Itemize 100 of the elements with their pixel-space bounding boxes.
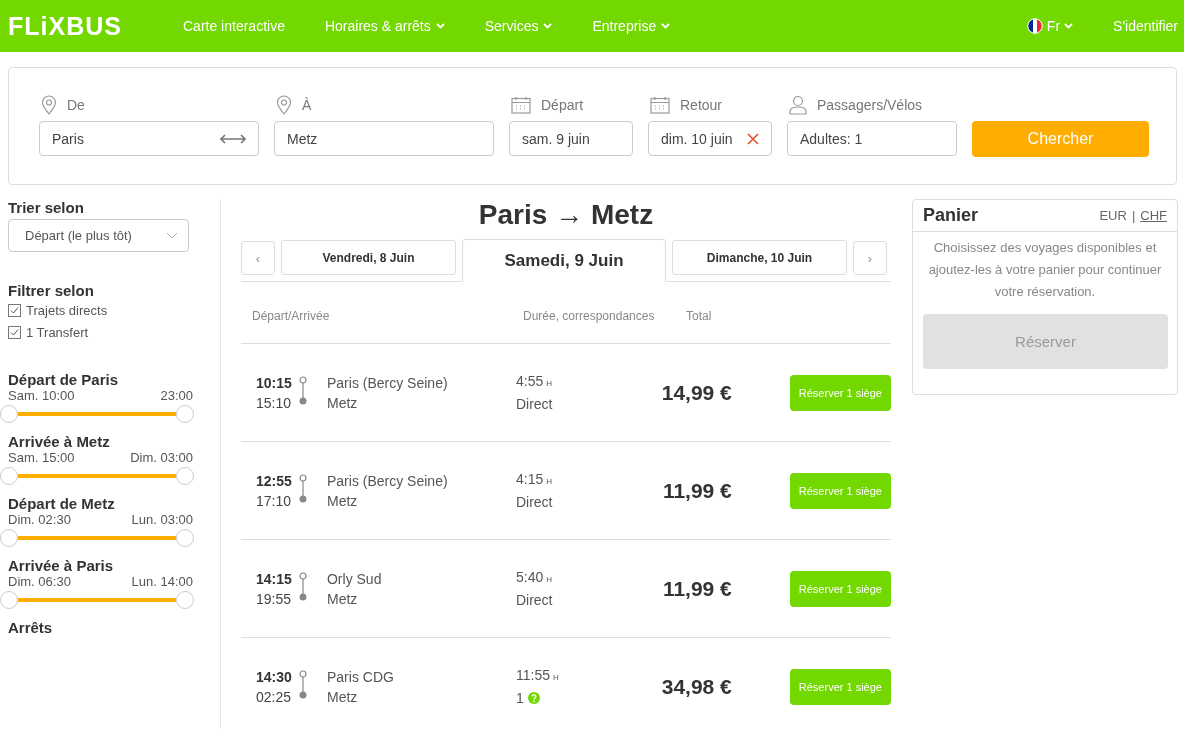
checkbox[interactable] (8, 303, 21, 317)
nav-link[interactable]: Horaires & arrêts (324, 18, 445, 34)
chevron-down-icon (435, 23, 445, 29)
field-label: De (67, 97, 85, 113)
day-tab[interactable]: Samedi, 9 Juin (462, 239, 666, 282)
input-field[interactable]: dim. 10 juin (648, 121, 772, 156)
price: 14,99 € (660, 380, 732, 405)
reserve-seat-button[interactable]: Réserver 1 siège (789, 570, 891, 607)
duration: 5:40 H (515, 568, 553, 587)
language-selector[interactable]: Fr (1046, 18, 1061, 34)
nav-link[interactable]: Services (484, 18, 553, 34)
logo[interactable]: FLiXBUS (8, 11, 183, 41)
filter-label: 1 Transfert (26, 324, 89, 340)
input-field[interactable]: Paris (39, 121, 259, 156)
section-title: Trier selon (8, 199, 85, 216)
slider-thumb[interactable] (176, 591, 194, 609)
filter-label: Trajets directs (26, 302, 108, 318)
day-tab[interactable]: Vendredi, 8 Juin (281, 240, 456, 275)
route-line-icon (298, 474, 309, 504)
price: 34,98 € (660, 674, 732, 699)
departure-time: 14:30 (256, 667, 293, 687)
duration: 4:55 H (515, 372, 553, 391)
range-start-label: Dim. 06:30 (8, 574, 71, 589)
help-icon[interactable] (527, 692, 540, 704)
slider-thumb[interactable] (0, 591, 18, 609)
calendar-icon (650, 96, 670, 114)
slider-thumb[interactable] (176, 405, 194, 423)
connections: 1 (515, 689, 524, 708)
flag-icon (1026, 18, 1043, 34)
departure-time: 12:55 (256, 471, 293, 491)
day-tab[interactable]: Dimanche, 10 Juin (672, 240, 847, 275)
cart-title: Panier (923, 205, 979, 226)
sort-dropdown[interactable]: Départ (le plus tôt) (8, 219, 189, 252)
checkbox[interactable] (8, 325, 21, 339)
departure-stop: Paris (Bercy Seine) (327, 471, 449, 491)
range-end-label: Lun. 14:00 (131, 574, 193, 589)
chevron-down-icon (661, 23, 671, 29)
column-header: Départ/Arrivée (251, 308, 331, 323)
field-label: Départ (541, 97, 584, 113)
duration: 4:15 H (515, 470, 553, 489)
range-start-label: Dim. 02:30 (8, 512, 71, 527)
next-day-button[interactable]: › (853, 241, 887, 275)
login-link[interactable]: S'identifier (1113, 18, 1178, 34)
input-field[interactable]: Metz (274, 121, 494, 156)
range-title: Arrivée à Metz (8, 433, 111, 450)
clear-icon[interactable] (747, 132, 759, 145)
nav-link[interactable]: Carte interactive (183, 18, 285, 34)
location-pin-icon (276, 95, 292, 115)
range-title: Arrivée à Paris (8, 557, 115, 574)
range-end-label: Lun. 03:00 (131, 512, 193, 527)
reserve-seat-button[interactable]: Réserver 1 siège (789, 668, 891, 705)
person-icon (789, 95, 807, 115)
arrival-time: 15:10 (256, 394, 292, 411)
range-title: Départ de Metz (8, 495, 116, 512)
arrival-time: 17:10 (256, 492, 292, 509)
swap-icon[interactable] (220, 133, 246, 144)
search-button[interactable]: Chercher (972, 121, 1149, 157)
reserve-seat-button[interactable]: Réserver 1 siège (789, 374, 891, 411)
route-title: Paris → Metz (477, 199, 655, 232)
route-line-icon (298, 670, 309, 700)
field-label: Retour (680, 97, 723, 113)
nav-link[interactable]: Entreprise (592, 18, 671, 34)
input-field[interactable]: Adultes: 1 (787, 121, 957, 156)
arrival-stop: Metz (327, 687, 359, 707)
location-pin-icon (41, 95, 57, 115)
column-header: Durée, correspondances (523, 308, 656, 323)
departure-time: 14:15 (256, 569, 293, 589)
field-label: À (302, 97, 312, 113)
arrival-time: 19:55 (256, 590, 292, 607)
slider-thumb[interactable] (176, 529, 194, 547)
separator: | (1131, 208, 1136, 223)
slider-thumb[interactable] (0, 529, 18, 547)
slider-thumb[interactable] (0, 467, 18, 485)
connections: Direct (515, 395, 553, 414)
departure-stop: Paris (Bercy Seine) (327, 373, 449, 393)
range-end-label: 23:00 (160, 388, 193, 403)
section-title: Arrêts (8, 619, 54, 636)
slider-thumb[interactable] (176, 467, 194, 485)
route-line-icon (298, 572, 309, 602)
departure-stop: Orly Sud (327, 569, 383, 589)
section-title: Filtrer selon (8, 282, 95, 299)
calendar-icon (511, 96, 531, 114)
connections: Direct (515, 493, 553, 512)
range-start-label: Sam. 10:00 (8, 388, 75, 403)
range-title: Départ de Paris (8, 371, 120, 388)
chevron-down-icon (1064, 23, 1074, 29)
route-line-icon (298, 376, 309, 406)
chevron-down-icon (543, 23, 553, 29)
input-field[interactable]: sam. 9 juin (509, 121, 633, 156)
price: 11,99 € (661, 576, 732, 601)
previous-day-button[interactable]: ‹ (241, 241, 275, 275)
column-header: Total (686, 308, 712, 323)
range-end-label: Dim. 03:00 (130, 450, 193, 465)
slider-thumb[interactable] (0, 405, 18, 423)
reserve-seat-button[interactable]: Réserver 1 siège (789, 472, 891, 509)
arrival-stop: Metz (327, 393, 359, 413)
price: 11,99 € (661, 478, 732, 503)
departure-time: 10:15 (256, 373, 293, 393)
field-label: Passagers/Vélos (817, 97, 923, 113)
departure-stop: Paris CDG (327, 667, 395, 687)
